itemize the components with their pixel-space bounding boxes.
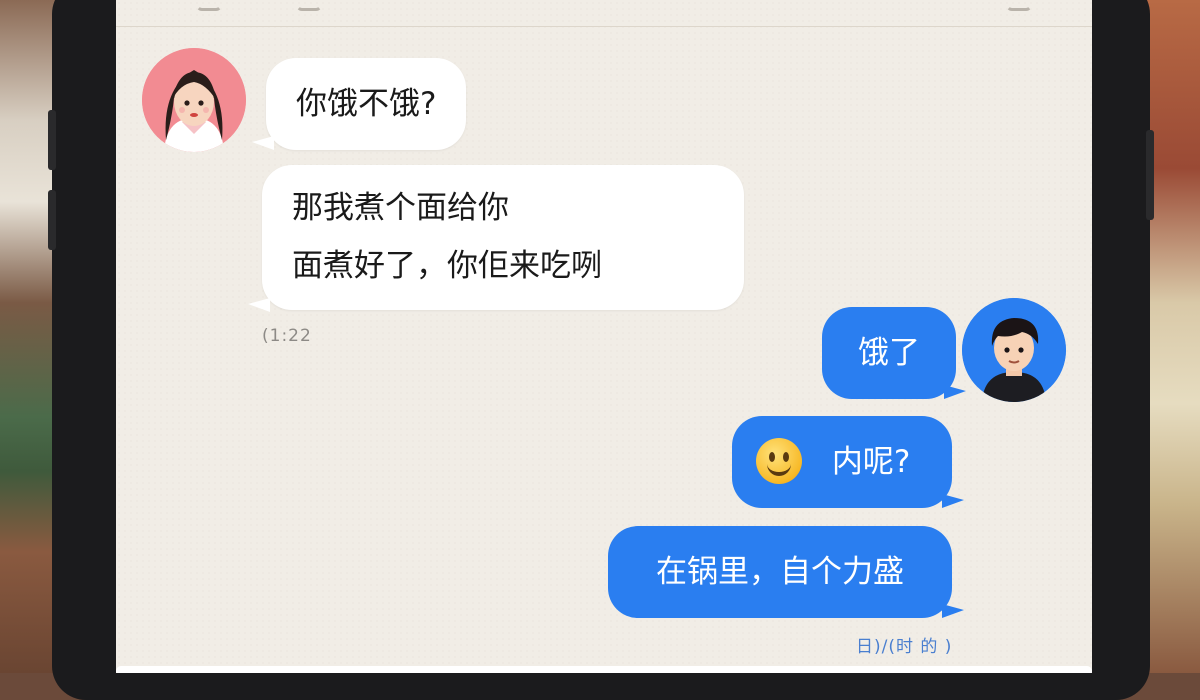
volume-button — [48, 110, 56, 170]
message-text: 你饿不饿? — [296, 86, 437, 122]
message-text: 在锅里，自个力盛 — [656, 554, 904, 590]
back-chevron-icon[interactable] — [196, 0, 222, 11]
contact-avatar[interactable] — [142, 48, 246, 152]
input-bar-edge — [116, 666, 1092, 673]
chat-header — [116, 0, 1092, 27]
my-avatar[interactable] — [962, 298, 1066, 402]
girl-avatar-icon — [142, 48, 246, 152]
smiley-face-icon — [756, 437, 802, 484]
more-chevron-icon[interactable] — [1006, 0, 1032, 11]
message-line: 面煮好了，你佢来吃咧 — [292, 248, 602, 284]
outgoing-message-bubble[interactable]: 在锅里，自个力盛 — [608, 526, 952, 618]
outgoing-message-bubble[interactable]: 内呢? — [732, 416, 952, 508]
volume-button — [48, 190, 56, 250]
message-timestamp: 日)/(时 的 ) — [856, 637, 953, 657]
power-button — [1146, 130, 1154, 220]
message-timestamp: (1:22 — [262, 326, 312, 346]
menu-chevron-icon[interactable] — [296, 0, 322, 11]
incoming-message-bubble[interactable]: 你饿不饿? — [266, 58, 467, 150]
incoming-message-bubble[interactable]: 那我煮个面给你 面煮好了，你佢来吃咧 — [262, 165, 744, 310]
message-line: 那我煮个面给你 — [292, 190, 509, 226]
chat-screen[interactable]: 你饿不饿? 那我煮个面给你 面煮好了，你佢来吃咧 (1:22 饿了 内呢? 在锅… — [116, 0, 1092, 673]
message-text: 内呢? — [831, 444, 911, 480]
outgoing-message-bubble[interactable]: 饿了 — [822, 307, 956, 399]
boy-avatar-icon — [962, 298, 1066, 402]
message-text: 饿了 — [858, 335, 920, 371]
